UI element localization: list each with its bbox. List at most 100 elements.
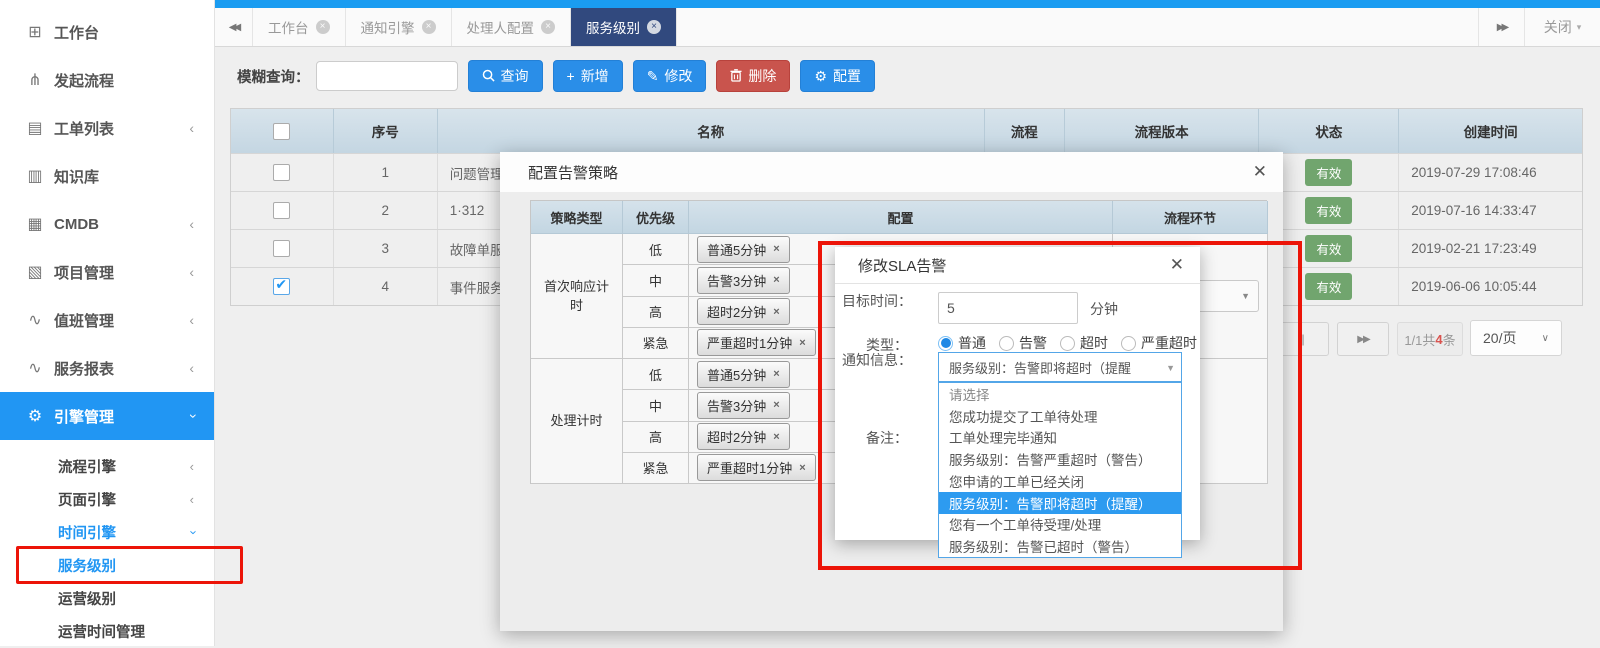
- tab-close-icon[interactable]: ×: [316, 20, 330, 34]
- radio-label: 告警: [1019, 333, 1047, 353]
- submenu-item-service-level[interactable]: 服务级别: [0, 549, 214, 582]
- tab-label: 通知引擎: [361, 17, 415, 37]
- sidebar-item-engine-mgmt[interactable]: ⚙ 引擎管理 ‹: [0, 392, 214, 440]
- configure-button[interactable]: ⚙ 配置: [800, 60, 875, 92]
- radio-alert[interactable]: 告警: [999, 333, 1047, 353]
- project-icon: ▧: [24, 262, 46, 282]
- tag-close-icon[interactable]: ×: [773, 399, 779, 411]
- sla-tag[interactable]: 超时2分钟×: [697, 298, 790, 325]
- tab-close-icon[interactable]: ×: [541, 20, 555, 34]
- column-header-created: 创建时间: [1399, 109, 1582, 153]
- page-size-select[interactable]: 20/页 ∨: [1470, 320, 1562, 356]
- modal-header: 配置告警策略 ✕: [500, 152, 1283, 192]
- chevron-left-icon: ‹: [190, 459, 194, 474]
- add-button[interactable]: + 新增: [553, 60, 623, 92]
- tab-close-icon[interactable]: ×: [647, 20, 661, 34]
- row-checkbox-checked[interactable]: ✔: [273, 278, 290, 295]
- fuzzy-search-input[interactable]: [316, 61, 458, 91]
- flow-branch-icon: ⋔: [24, 70, 46, 90]
- sidebar-item-project-mgmt[interactable]: ▧ 项目管理 ‹: [0, 248, 214, 296]
- sla-tag[interactable]: 严重超时1分钟×: [697, 329, 816, 356]
- dropdown-option[interactable]: 服务级别：告警已超时（警告）: [939, 535, 1181, 557]
- tag-close-icon[interactable]: ×: [773, 431, 779, 443]
- notify-message-select[interactable]: 服务级别：告警即将超时（提醒 ▼: [938, 352, 1182, 382]
- sla-tag[interactable]: 超时2分钟×: [697, 423, 790, 450]
- tabs-expand-button[interactable]: ▶▶: [1478, 8, 1524, 46]
- tag-close-icon[interactable]: ×: [773, 368, 779, 380]
- dashboard-grid-icon: ⊞: [24, 22, 46, 42]
- target-time-input[interactable]: [938, 292, 1078, 324]
- fuzzy-search-label: 模糊查询：: [237, 66, 310, 87]
- tabs-collapse-button[interactable]: ◀◀: [215, 8, 253, 46]
- tag-close-icon[interactable]: ×: [773, 243, 779, 255]
- sla-tag[interactable]: 告警3分钟×: [697, 392, 790, 419]
- radio-severe-timeout[interactable]: 严重超时: [1121, 333, 1197, 353]
- dropdown-option-selected[interactable]: 服务级别：告警即将超时（提醒）: [939, 492, 1181, 514]
- sidebar-item-service-report[interactable]: ∿ 服务报表 ‹: [0, 344, 214, 392]
- pagination-summary: 1/1共4条: [1397, 322, 1463, 356]
- next-page-button[interactable]: |: [1277, 322, 1329, 356]
- sidebar-item-knowledge-base[interactable]: ▥ 知识库: [0, 152, 214, 200]
- sla-tag[interactable]: 告警3分钟 ×: [697, 267, 790, 294]
- sidebar-item-label: 工单列表: [54, 118, 114, 139]
- close-icon[interactable]: ✕: [1253, 162, 1267, 182]
- next-page-icon: |: [1301, 332, 1304, 346]
- tab-notify-engine[interactable]: 通知引擎 ×: [346, 8, 452, 46]
- dropdown-option[interactable]: 请选择: [939, 383, 1181, 405]
- submenu-item-operation-time-mgmt[interactable]: 运营时间管理: [0, 615, 214, 648]
- row-checkbox[interactable]: [273, 240, 290, 257]
- sidebar-item-duty-mgmt[interactable]: ∿ 值班管理 ‹: [0, 296, 214, 344]
- query-button[interactable]: 查询: [468, 60, 543, 92]
- tab-service-level[interactable]: 服务级别 ×: [571, 8, 677, 46]
- sidebar-item-workbench[interactable]: ⊞ 工作台: [0, 8, 214, 56]
- tag-close-icon[interactable]: ×: [799, 462, 805, 474]
- row-seq: 2: [334, 192, 438, 229]
- last-page-button[interactable]: ▶▶: [1337, 322, 1389, 356]
- chevron-down-icon: ‹: [184, 414, 200, 419]
- sla-tag[interactable]: 普通5分钟×: [697, 236, 790, 263]
- policy-col-config: 配置: [689, 201, 1113, 234]
- dropdown-option[interactable]: 您申请的工单已经关闭: [939, 470, 1181, 492]
- chevron-down-icon: ‹: [184, 530, 199, 534]
- sla-tag-label: 告警3分钟: [707, 271, 766, 290]
- row-checkbox[interactable]: [273, 202, 290, 219]
- tab-close-icon[interactable]: ×: [422, 20, 436, 34]
- row-checkbox[interactable]: [273, 164, 290, 181]
- sidebar-item-ticket-list[interactable]: ▤ 工单列表 ‹: [0, 104, 214, 152]
- sla-tag[interactable]: 普通5分钟×: [697, 361, 790, 388]
- dropdown-option[interactable]: 服务级别：告警严重超时（警告）: [939, 448, 1181, 470]
- tab-label: 工作台: [268, 17, 309, 37]
- sla-tag[interactable]: 严重超时1分钟×: [697, 454, 816, 481]
- submenu-item-page-engine[interactable]: 页面引擎 ‹: [0, 483, 214, 516]
- search-icon: [482, 69, 495, 84]
- notify-message-dropdown: 请选择 您成功提交了工单待处理 工单处理完毕通知 服务级别：告警严重超时（警告）…: [938, 382, 1182, 558]
- add-button-label: 新增: [581, 66, 609, 86]
- sidebar-item-label: CMDB: [54, 216, 99, 233]
- tag-close-icon[interactable]: ×: [773, 274, 779, 286]
- sidebar-item-cmdb[interactable]: ▦ CMDB ‹: [0, 200, 214, 248]
- priority-cell: 紧急: [623, 328, 689, 359]
- delete-button-label: 删除: [748, 66, 776, 86]
- tab-label: 处理人配置: [467, 17, 535, 37]
- sidebar-item-start-process[interactable]: ⋔ 发起流程: [0, 56, 214, 104]
- radio-timeout[interactable]: 超时: [1060, 333, 1108, 353]
- tab-workbench[interactable]: 工作台 ×: [253, 8, 346, 46]
- dropdown-option[interactable]: 您成功提交了工单待处理: [939, 405, 1181, 427]
- select-all-checkbox[interactable]: [273, 123, 290, 140]
- submenu-item-process-engine[interactable]: 流程引擎 ‹: [0, 450, 214, 483]
- tab-handler-config[interactable]: 处理人配置 ×: [452, 8, 572, 46]
- radio-normal[interactable]: 普通: [938, 333, 986, 353]
- delete-button[interactable]: 删除: [716, 60, 790, 92]
- tag-close-icon[interactable]: ×: [773, 306, 779, 318]
- close-tabs-dropdown[interactable]: 关闭 ▾: [1524, 8, 1600, 46]
- submenu-item-time-engine[interactable]: 时间引擎 ‹: [0, 516, 214, 549]
- dropdown-option[interactable]: 您有一个工单待受理/处理: [939, 514, 1181, 536]
- dropdown-option[interactable]: 工单处理完毕通知: [939, 427, 1181, 449]
- tag-close-icon[interactable]: ×: [799, 337, 805, 349]
- close-icon[interactable]: ✕: [1170, 255, 1184, 275]
- sidebar: ⊞ 工作台 ⋔ 发起流程 ▤ 工单列表 ‹ ▥ 知识库 ▦ CMDB ‹ ▧ 项…: [0, 0, 215, 646]
- table-header-row: 序号 名称 流程 流程版本 状态 创建时间: [231, 109, 1582, 153]
- submenu-item-operation-level[interactable]: 运营级别: [0, 582, 214, 615]
- target-time-unit: 分钟: [1090, 299, 1118, 319]
- edit-button[interactable]: ✎ 修改: [633, 60, 707, 92]
